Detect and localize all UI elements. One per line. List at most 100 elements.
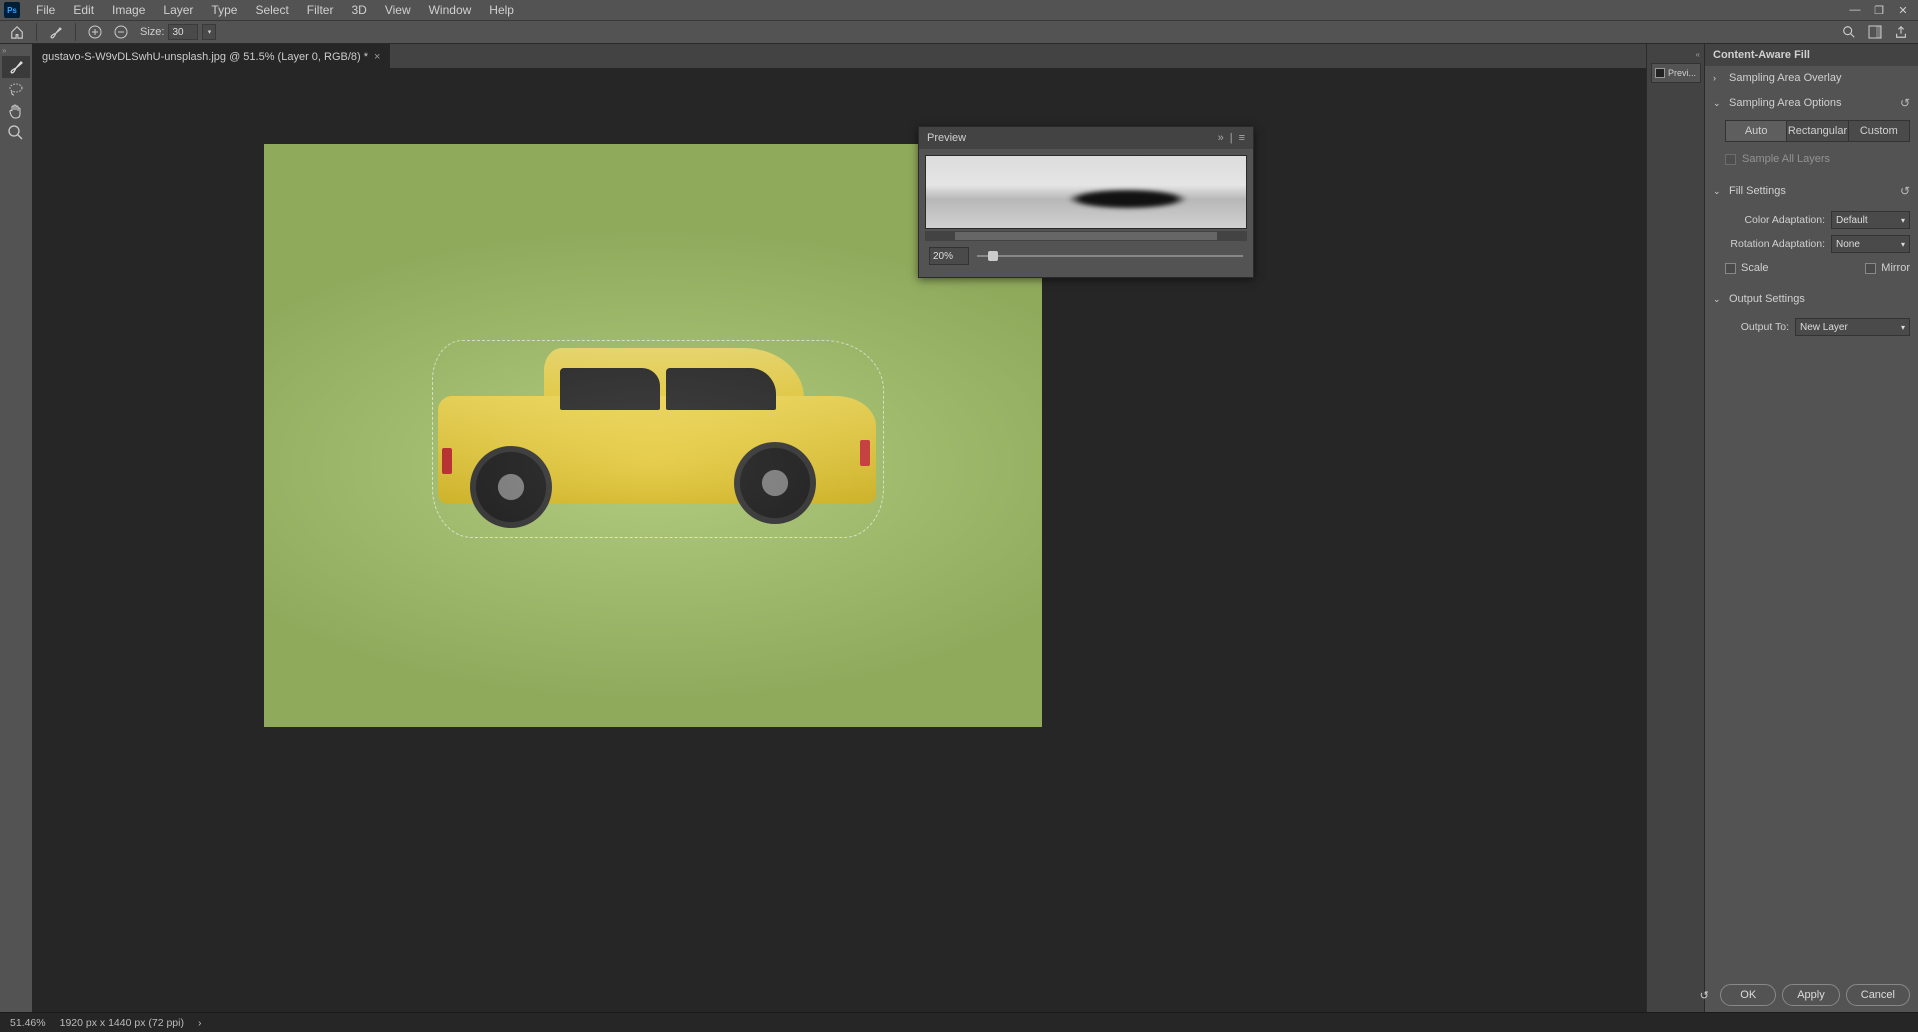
search-icon[interactable] <box>1838 22 1860 42</box>
main-row: » gustavo-S-W9vDLSwhU-unsplash.jpg @ 51.… <box>0 44 1918 1012</box>
document-tab-title: gustavo-S-W9vDLSwhU-unsplash.jpg @ 51.5%… <box>42 51 368 63</box>
selection-marquee <box>432 340 884 538</box>
close-icon[interactable]: ✕ <box>1892 1 1914 19</box>
panel-collapse-icon[interactable]: » <box>1218 132 1224 144</box>
scale-checkbox[interactable] <box>1725 263 1736 274</box>
caf-section-overlay-label: Sampling Area Overlay <box>1729 72 1842 84</box>
workspace-icon[interactable] <box>1864 22 1886 42</box>
color-adaptation-select[interactable]: Default ▾ <box>1831 211 1910 229</box>
menu-image[interactable]: Image <box>104 1 153 19</box>
preview-thumbnail[interactable] <box>925 155 1247 229</box>
brush-tool-icon[interactable] <box>45 22 67 42</box>
document-tab[interactable]: gustavo-S-W9vDLSwhU-unsplash.jpg @ 51.5%… <box>32 44 390 68</box>
menu-filter[interactable]: Filter <box>299 1 342 19</box>
preview-panel-title: Preview <box>927 132 966 144</box>
canvas-stage[interactable]: Preview » | ≡ <box>32 68 1646 1012</box>
collapse-toolbox-icon[interactable]: » <box>2 46 12 56</box>
car-window-front <box>560 368 660 410</box>
canvas-area: gustavo-S-W9vDLSwhU-unsplash.jpg @ 51.5%… <box>32 44 1646 1012</box>
seg-auto[interactable]: Auto <box>1726 121 1787 141</box>
menu-window[interactable]: Window <box>421 1 480 19</box>
minimize-icon[interactable]: — <box>1844 1 1866 19</box>
car-wheel-rear <box>734 442 816 524</box>
menu-help[interactable]: Help <box>481 1 522 19</box>
reset-section-icon[interactable]: ↺ <box>1900 184 1910 198</box>
sample-all-layers-checkbox <box>1725 154 1736 165</box>
caf-section-output-settings[interactable]: ⌄ Output Settings <box>1705 287 1918 311</box>
chevron-down-icon: ⌄ <box>1713 186 1723 197</box>
caf-section-fill-label: Fill Settings <box>1729 185 1786 197</box>
car-body-shape <box>438 396 876 504</box>
apply-button[interactable]: Apply <box>1782 984 1840 1006</box>
add-brush-size-icon[interactable] <box>84 22 106 42</box>
size-dropdown-icon[interactable]: ▾ <box>202 24 216 40</box>
left-toolbox: » <box>0 44 32 1012</box>
car-cabin-shape <box>544 348 804 428</box>
document-tab-row: gustavo-S-W9vDLSwhU-unsplash.jpg @ 51.5%… <box>32 44 1646 68</box>
preview-dock-button[interactable]: Previ... <box>1651 63 1701 83</box>
preview-zoom-slider[interactable] <box>977 255 1243 257</box>
home-icon[interactable] <box>6 22 28 42</box>
app-logo-icon: Ps <box>4 2 20 18</box>
status-flyout-icon[interactable]: › <box>198 1017 202 1029</box>
menu-type[interactable]: Type <box>203 1 245 19</box>
caf-section-sampling-options[interactable]: ⌄ Sampling Area Options ↺ <box>1705 90 1918 116</box>
preview-zoom-input[interactable] <box>929 247 969 265</box>
status-dimensions: 1920 px x 1440 px (72 ppi) <box>60 1017 184 1029</box>
hand-tool[interactable] <box>2 100 30 122</box>
dropdown-icon: ▾ <box>1901 216 1905 225</box>
mirror-checkbox[interactable] <box>1865 263 1876 274</box>
chevron-right-icon: › <box>1713 73 1723 83</box>
chevron-down-icon: ⌄ <box>1713 294 1723 305</box>
preview-dock-label: Previ... <box>1668 68 1696 78</box>
dropdown-icon: ▾ <box>1901 323 1905 332</box>
color-adaptation-label: Color Adaptation: <box>1725 214 1825 226</box>
car-wheel-front <box>470 446 552 528</box>
output-to-label: Output To: <box>1725 321 1789 333</box>
cancel-button[interactable]: Cancel <box>1846 984 1910 1006</box>
menu-file[interactable]: File <box>28 1 63 19</box>
sample-all-layers-label: Sample All Layers <box>1742 153 1830 165</box>
dropdown-icon: ▾ <box>1901 240 1905 249</box>
seg-custom[interactable]: Custom <box>1849 121 1909 141</box>
color-adaptation-value: Default <box>1836 215 1868 226</box>
reset-all-icon[interactable]: ↺ <box>1694 985 1714 1005</box>
menu-3d[interactable]: 3D <box>343 1 374 19</box>
preview-h-scrollbar[interactable] <box>925 231 1247 241</box>
sampling-mode-segmented: Auto Rectangular Custom <box>1725 120 1910 142</box>
menu-layer[interactable]: Layer <box>155 1 201 19</box>
collapse-dock-icon[interactable]: « <box>1696 50 1700 59</box>
preview-dock-icon <box>1655 68 1665 78</box>
rotation-adaptation-select[interactable]: None▾ <box>1831 235 1910 253</box>
caf-section-output-label: Output Settings <box>1729 293 1805 305</box>
panel-divider-icon: | <box>1230 132 1233 144</box>
status-zoom[interactable]: 51.46% <box>10 1017 46 1029</box>
output-to-value: New Layer <box>1800 322 1848 333</box>
menu-view[interactable]: View <box>377 1 419 19</box>
share-icon[interactable] <box>1890 22 1912 42</box>
maximize-icon[interactable]: ❐ <box>1868 1 1890 19</box>
size-input[interactable] <box>168 24 198 40</box>
sampling-brush-tool[interactable] <box>2 56 30 78</box>
right-mini-dock: « Previ... <box>1646 44 1704 1012</box>
menu-select[interactable]: Select <box>247 1 296 19</box>
size-label: Size: <box>140 26 164 38</box>
caf-section-fill-settings[interactable]: ⌄ Fill Settings ↺ <box>1705 178 1918 204</box>
seg-rectangular[interactable]: Rectangular <box>1787 121 1848 141</box>
scale-label: Scale <box>1741 262 1769 274</box>
reset-section-icon[interactable]: ↺ <box>1900 96 1910 110</box>
document-tab-close-icon[interactable]: × <box>374 51 380 63</box>
preview-panel-tab[interactable]: Preview » | ≡ <box>919 127 1253 149</box>
output-to-select[interactable]: New Layer ▾ <box>1795 318 1910 336</box>
lasso-tool[interactable] <box>2 78 30 100</box>
panel-menu-icon[interactable]: ≡ <box>1239 132 1245 144</box>
menu-edit[interactable]: Edit <box>65 1 102 19</box>
subtract-brush-size-icon[interactable] <box>110 22 132 42</box>
zoom-tool[interactable] <box>2 122 30 144</box>
car-window-rear <box>666 368 776 410</box>
mirror-label: Mirror <box>1881 262 1910 274</box>
ok-button[interactable]: OK <box>1720 984 1776 1006</box>
chevron-down-icon: ⌄ <box>1713 98 1723 109</box>
caf-section-sampling-overlay[interactable]: › Sampling Area Overlay <box>1705 66 1918 90</box>
caf-section-options-label: Sampling Area Options <box>1729 97 1842 109</box>
